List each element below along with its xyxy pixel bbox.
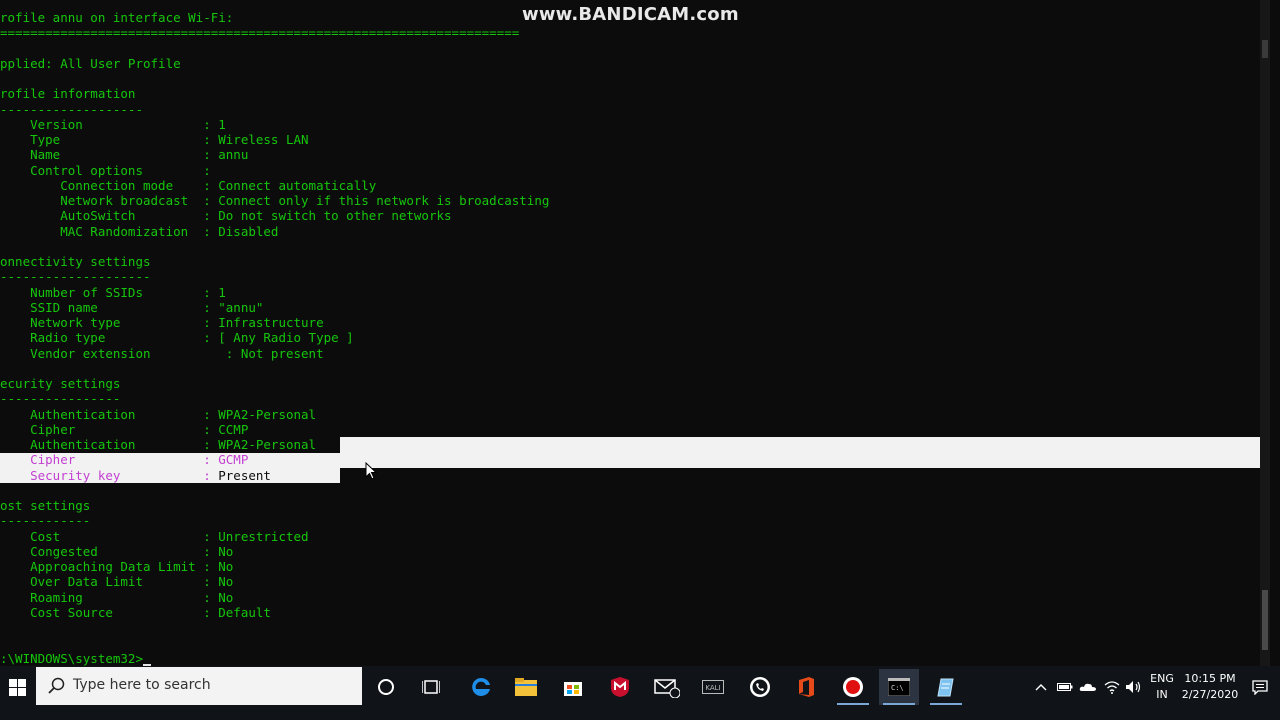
console-line: AutoSwitch : Do not switch to other netw…: [0, 208, 452, 224]
start-button[interactable]: [0, 666, 35, 708]
selection-highlight: [340, 437, 1270, 468]
console-line: ecurity settings: [0, 376, 121, 391]
windows-logo-icon: [9, 678, 26, 696]
office-icon: [799, 677, 814, 697]
console-line: Control options :: [0, 162, 211, 178]
mouse-pointer-icon: [365, 462, 377, 480]
console-line: Cipher : GCMP: [0, 452, 249, 468]
clock-time: 10:15 PM: [1184, 672, 1236, 685]
console-line: onnectivity settings: [0, 254, 151, 269]
console-line: Number of SSIDs : 1: [0, 284, 226, 300]
console-line: Vendor extension : Not present: [0, 345, 324, 361]
console-line: Approaching Data Limit : No: [0, 559, 234, 574]
console-line: -------------------: [0, 101, 143, 117]
running-indicator: [883, 703, 915, 705]
battery-icon: [1057, 683, 1073, 691]
console-line: ------------: [0, 513, 91, 529]
console-line: Authentication : WPA2-Personal: [0, 437, 317, 452]
mail-button[interactable]: [647, 669, 687, 705]
kali-button[interactable]: KALI: [693, 669, 733, 705]
cloud-icon: [1079, 683, 1096, 691]
chevron-up-icon: [1035, 684, 1047, 691]
scrollbar-track-top[interactable]: [1262, 40, 1268, 58]
console-line: Cost : Unrestricted: [0, 528, 309, 544]
speaker-icon: [1126, 681, 1141, 693]
store-button[interactable]: [553, 669, 593, 705]
console-line: Security key : Present: [0, 467, 271, 483]
taskbar-search-box[interactable]: Type here to search: [36, 667, 362, 705]
battery-button[interactable]: [1054, 666, 1076, 708]
console-line: Cipher : CCMP: [0, 421, 249, 437]
wifi-icon: [1104, 681, 1120, 694]
mail-icon: [654, 679, 680, 698]
whatsapp-button[interactable]: [740, 669, 780, 705]
show-hidden-icons-button[interactable]: [1032, 666, 1050, 708]
console-line: Name : annu: [0, 147, 249, 163]
running-indicator: [837, 703, 869, 705]
console-line: pplied: All User Profile: [0, 55, 181, 71]
search-placeholder: Type here to search: [73, 677, 211, 693]
console-line: Network type : Infrastructure: [0, 315, 324, 330]
edge-button[interactable]: [461, 669, 501, 705]
console-line: Over Data Limit : No: [0, 574, 234, 590]
console-line: ost settings: [0, 498, 91, 513]
store-icon: [564, 682, 582, 696]
console-line: Congested : No: [0, 543, 234, 559]
scrollbar-thumb[interactable]: [1262, 590, 1268, 650]
svg-text:KALI: KALI: [705, 684, 720, 692]
cortana-button[interactable]: [366, 669, 406, 705]
task-view-button[interactable]: [411, 669, 451, 705]
file-explorer-icon: [515, 678, 537, 696]
console-line: Radio type : [ Any Radio Type ]: [0, 330, 354, 346]
whatsapp-icon: [750, 677, 770, 697]
bandicam-record-icon: [843, 677, 863, 697]
language-label: ENG: [1150, 672, 1174, 685]
console-line: :\WINDOWS\system32>: [0, 651, 151, 666]
console-line: ========================================…: [0, 25, 520, 41]
notepad-icon: [937, 678, 954, 697]
console-line: Network broadcast : Connect only if this…: [0, 193, 550, 208]
notification-icon: [1252, 679, 1268, 695]
bandicam-watermark: www.BANDICAM.com: [522, 4, 739, 25]
console-line: MAC Randomization : Disabled: [0, 223, 279, 239]
command-prompt-button[interactable]: C:\: [879, 669, 919, 705]
console-line: Type : Wireless LAN: [0, 132, 309, 147]
console-line: Version : 1: [0, 116, 226, 132]
console-line: SSID name : "annu": [0, 299, 264, 315]
notepad-button[interactable]: [926, 669, 966, 705]
file-explorer-button[interactable]: [506, 669, 546, 705]
scrollbar[interactable]: [1260, 0, 1270, 666]
console-line: Authentication : WPA2-Personal: [0, 406, 317, 422]
command-prompt-icon: C:\: [888, 678, 910, 696]
svg-text:C:\: C:\: [891, 684, 904, 692]
console-line: rofile annu on interface Wi-Fi:: [0, 10, 234, 25]
console-line: ----------------: [0, 391, 121, 407]
kali-icon: KALI: [702, 680, 724, 694]
console-line: --------------------: [0, 269, 151, 285]
cortana-icon: [378, 679, 394, 695]
input-language-button[interactable]: ENG IN: [1146, 666, 1178, 708]
office-button[interactable]: [786, 669, 826, 705]
console-line: rofile information: [0, 86, 136, 102]
onedrive-button[interactable]: [1077, 666, 1099, 708]
bandicam-button[interactable]: [833, 669, 873, 705]
clock-button[interactable]: 10:15 PM 2/27/2020: [1180, 666, 1240, 708]
console-line: Cost Source : Default: [0, 604, 271, 620]
console-line: Connection mode : Connect automatically: [0, 177, 377, 193]
mcafee-icon: [611, 677, 629, 697]
taskbar: Type here to search KALI C:\ ENG IN 10:1…: [0, 666, 1280, 720]
clock-date: 2/27/2020: [1181, 688, 1239, 701]
region-label: IN: [1156, 688, 1168, 701]
volume-button[interactable]: [1123, 666, 1145, 708]
console-window[interactable]: rofile annu on interface Wi-Fi: =========…: [0, 0, 1270, 666]
running-indicator: [930, 703, 962, 705]
edge-icon: [472, 677, 490, 696]
console-line: Roaming : No: [0, 589, 234, 605]
search-icon: [48, 677, 65, 694]
wifi-button[interactable]: [1101, 666, 1123, 708]
action-center-button[interactable]: [1246, 666, 1274, 708]
mcafee-button[interactable]: [600, 669, 640, 705]
task-view-icon: [422, 680, 440, 694]
